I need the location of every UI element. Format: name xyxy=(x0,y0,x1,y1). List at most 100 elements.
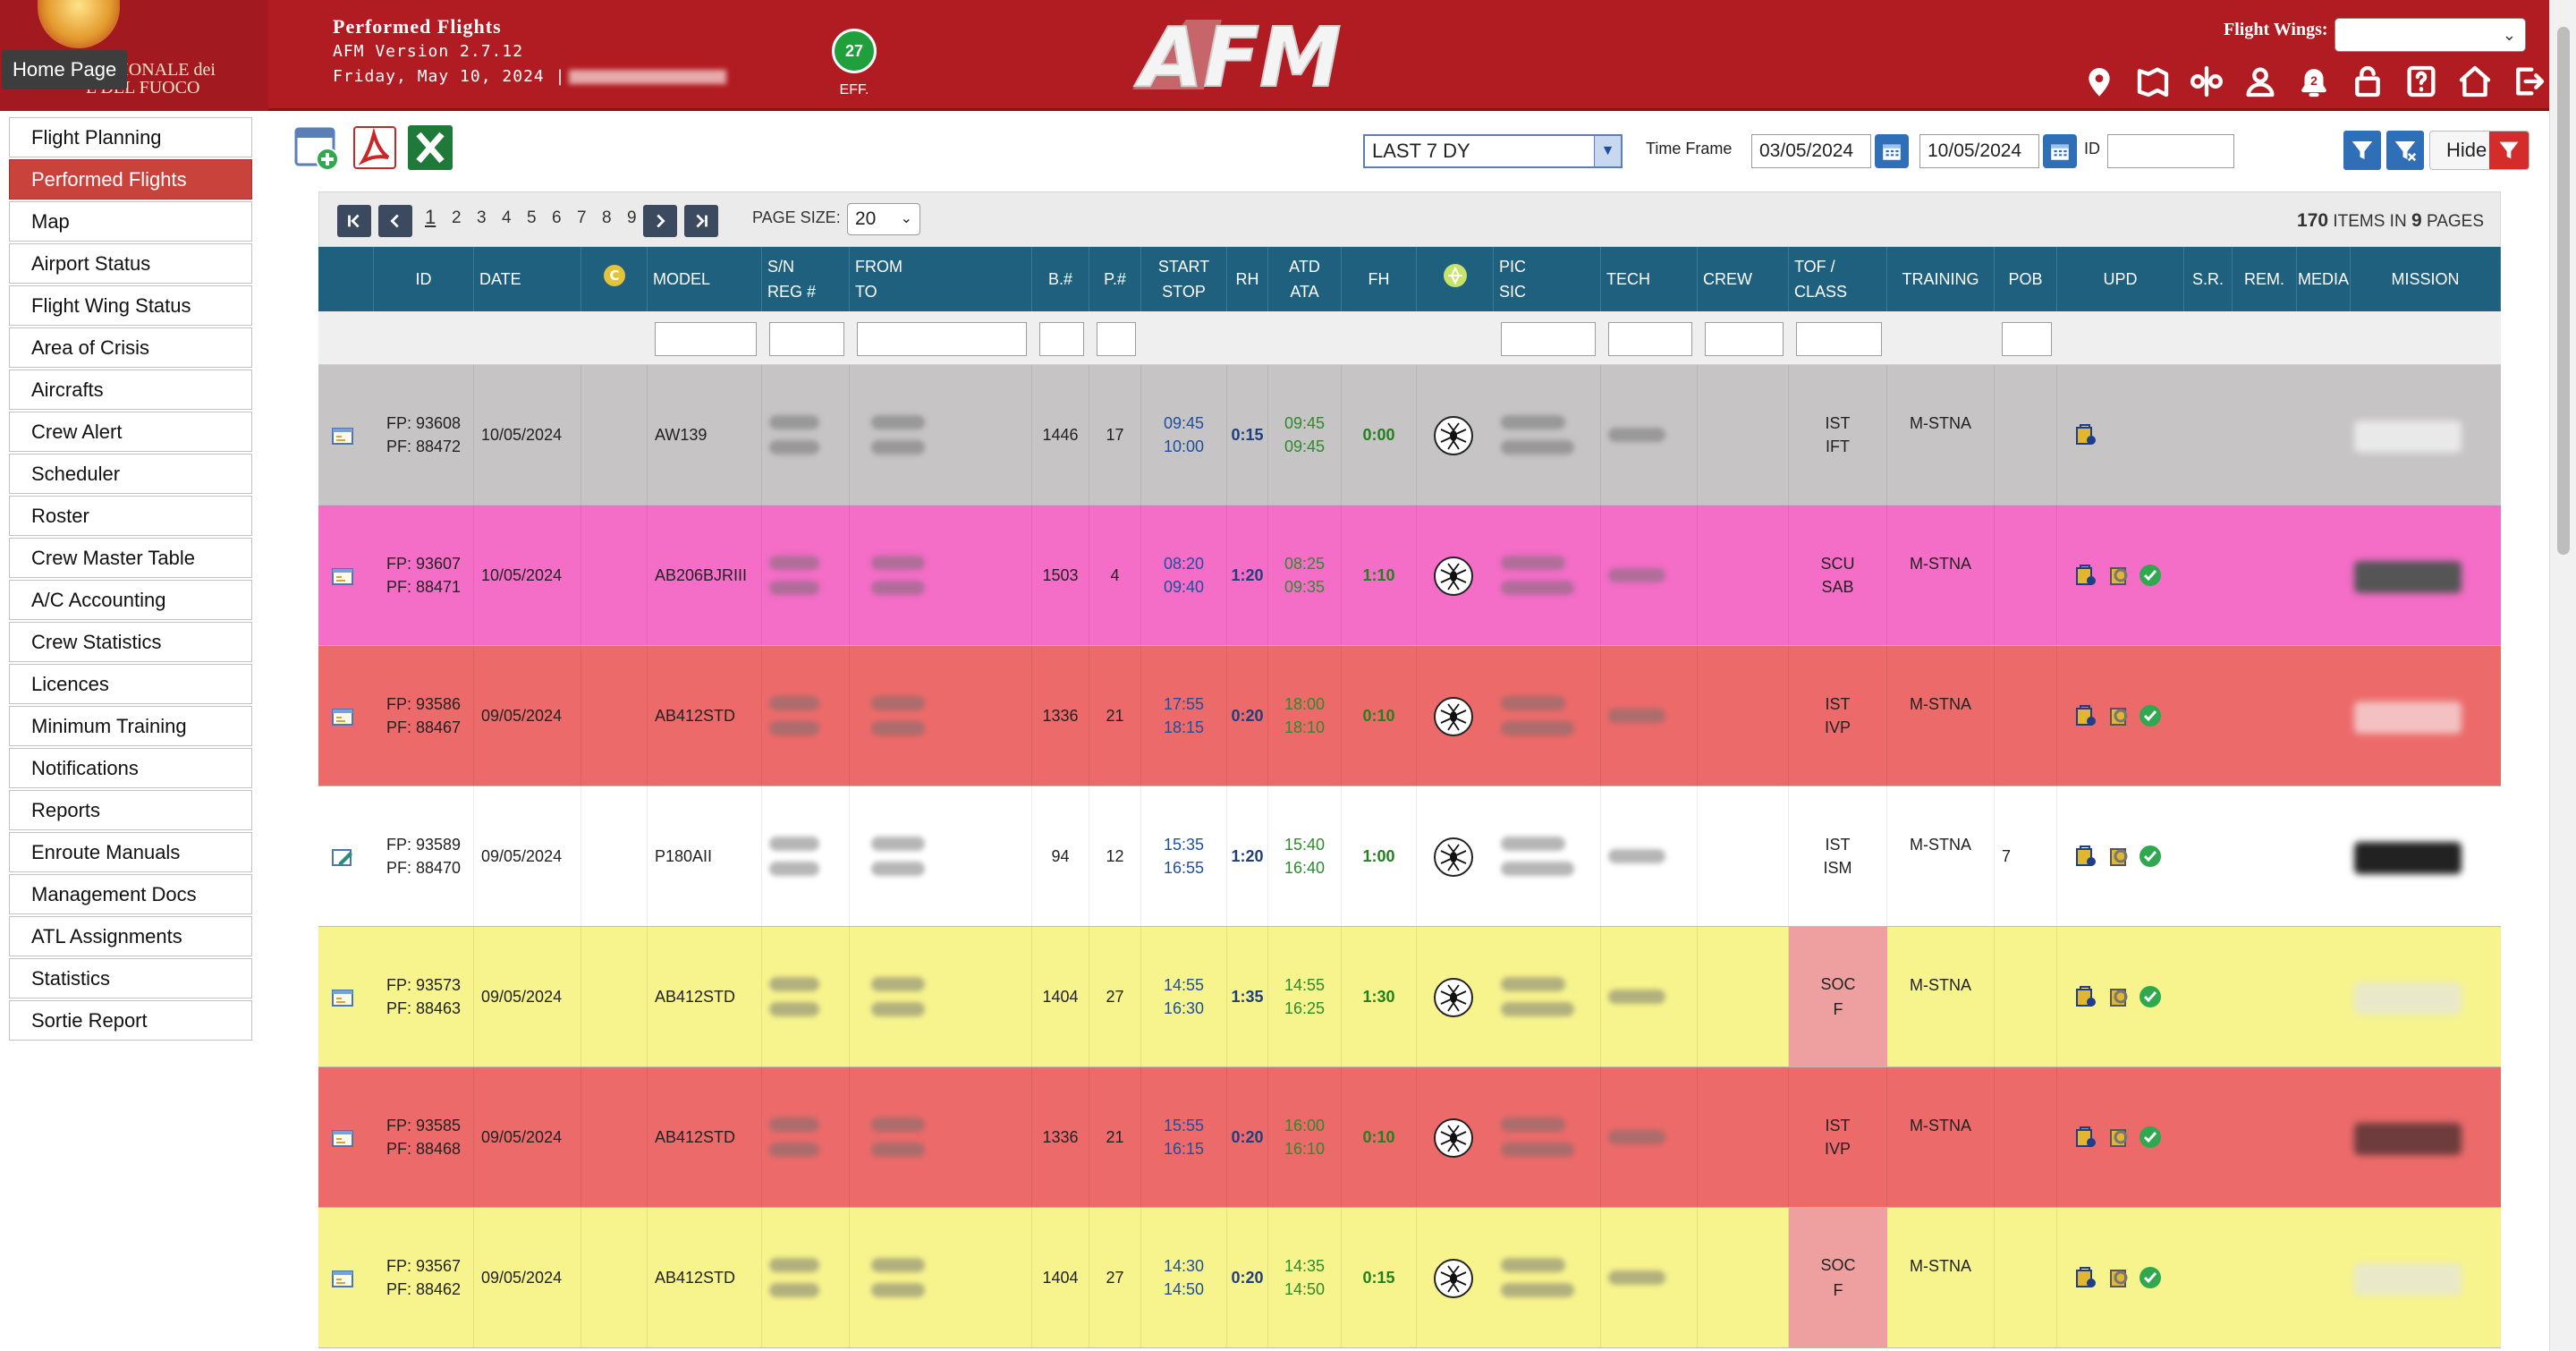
column-header-op[interactable] xyxy=(1417,247,1494,311)
maintenance-icon[interactable] xyxy=(2106,703,2131,728)
sidebar-item-performed-flights[interactable]: Performed Flights xyxy=(9,159,252,200)
column-header-model[interactable]: MODEL xyxy=(648,247,762,311)
mission-thumbnail[interactable] xyxy=(2354,701,2462,734)
table-row[interactable]: FP: 93607 PF: 88471 10/05/2024 AB206BJRIII 1… xyxy=(318,506,2501,646)
maintenance-icon[interactable] xyxy=(2106,984,2131,1009)
table-row[interactable]: FP: 93586 PF: 88467 09/05/2024 AB412STD 1336… xyxy=(318,646,2501,786)
page-scrollbar[interactable] xyxy=(2549,0,2576,1351)
column-header-c[interactable]: C xyxy=(581,247,648,311)
page-link[interactable]: 5 xyxy=(527,208,537,228)
filter-input-pic[interactable] xyxy=(1501,322,1596,356)
home-icon[interactable] xyxy=(2454,61,2496,102)
calendar-icon[interactable] xyxy=(2043,134,2077,168)
update-badge-icon[interactable] xyxy=(2073,563,2098,588)
page-link[interactable]: 8 xyxy=(602,208,612,228)
page-link[interactable]: 9 xyxy=(627,208,637,228)
approved-check-icon[interactable] xyxy=(2138,984,2163,1009)
filter-input-tech[interactable] xyxy=(1608,322,1692,356)
sidebar-item-atl-assignments[interactable]: ATL Assignments xyxy=(9,916,252,956)
mission-thumbnail[interactable] xyxy=(2354,421,2462,453)
first-page-button[interactable] xyxy=(337,205,371,237)
column-header-fh[interactable]: FH xyxy=(1342,247,1417,311)
filter-input-from[interactable] xyxy=(857,322,1027,356)
mission-thumbnail[interactable] xyxy=(2354,1123,2462,1155)
scrollbar-thumb[interactable] xyxy=(2557,27,2570,555)
clear-filter-button[interactable] xyxy=(2386,131,2424,170)
filter-input-model[interactable] xyxy=(655,322,757,356)
operation-type-icon[interactable] xyxy=(1433,837,1474,878)
sidebar-item-licences[interactable]: Licences xyxy=(9,664,252,704)
table-row[interactable]: FP: 93567 PF: 88462 09/05/2024 AB412STD 1404… xyxy=(318,1208,2501,1348)
column-header-mission[interactable]: MISSION xyxy=(2351,247,2501,311)
sidebar-item-sortie-report[interactable]: Sortie Report xyxy=(9,1000,252,1041)
period-select[interactable]: LAST 7 DY ▼ xyxy=(1363,134,1623,168)
table-row[interactable]: FP: 93573 PF: 88463 09/05/2024 AB412STD 1404… xyxy=(318,927,2501,1067)
maintenance-icon[interactable] xyxy=(2106,1125,2131,1150)
column-header-start[interactable]: START STOP xyxy=(1141,247,1227,311)
operation-type-icon[interactable] xyxy=(1433,696,1474,737)
operation-type-icon[interactable] xyxy=(1433,977,1474,1018)
approved-check-icon[interactable] xyxy=(2138,703,2163,728)
sidebar-item-management-docs[interactable]: Management Docs xyxy=(9,874,252,914)
last-page-button[interactable] xyxy=(684,205,718,237)
filter-input-crew[interactable] xyxy=(1705,322,1784,356)
location-icon[interactable] xyxy=(2079,61,2120,102)
sidebar-item-scheduler[interactable]: Scheduler xyxy=(9,454,252,494)
sidebar-item-a-c-accounting[interactable]: A/C Accounting xyxy=(9,580,252,620)
flight-details-icon[interactable] xyxy=(331,988,356,1007)
calendar-icon[interactable] xyxy=(1875,134,1909,168)
update-badge-icon[interactable] xyxy=(2073,703,2098,728)
sidebar-item-notifications[interactable]: Notifications xyxy=(9,748,252,788)
maintenance-icon[interactable] xyxy=(2106,563,2131,588)
hide-filters-button[interactable]: Hide xyxy=(2429,131,2529,170)
filter-input-pob[interactable] xyxy=(2002,322,2052,356)
column-header-date[interactable]: DATE xyxy=(474,247,581,311)
update-badge-icon[interactable] xyxy=(2073,422,2098,447)
sidebar-item-flight-planning[interactable]: Flight Planning xyxy=(9,117,252,157)
export-excel-icon[interactable] xyxy=(406,123,454,172)
filter-input-tof[interactable] xyxy=(1796,322,1882,356)
sidebar-item-crew-master-table[interactable]: Crew Master Table xyxy=(9,538,252,578)
export-pdf-icon[interactable] xyxy=(351,123,399,172)
flight-details-icon[interactable] xyxy=(331,1128,356,1148)
date-from-input[interactable]: 03/05/2024 xyxy=(1751,134,1871,168)
flight-details-icon[interactable] xyxy=(331,566,356,586)
page-link[interactable]: 7 xyxy=(577,208,587,228)
update-badge-icon[interactable] xyxy=(2073,984,2098,1009)
page-link[interactable]: 2 xyxy=(452,208,462,228)
sidebar-item-aircrafts[interactable]: Aircrafts xyxy=(9,370,252,410)
column-header-atd[interactable]: ATD ATA xyxy=(1268,247,1342,311)
column-header-pic[interactable]: PIC SIC xyxy=(1494,247,1601,311)
page-link[interactable]: 4 xyxy=(502,208,512,228)
column-header-sn[interactable]: S/N REG # xyxy=(762,247,850,311)
lock-icon[interactable] xyxy=(2347,61,2388,102)
approved-check-icon[interactable] xyxy=(2138,1125,2163,1150)
prev-page-button[interactable] xyxy=(378,205,412,237)
sidebar-item-minimum-training[interactable]: Minimum Training xyxy=(9,706,252,746)
date-to-input[interactable]: 10/05/2024 xyxy=(1919,134,2039,168)
sidebar-item-map[interactable]: Map xyxy=(9,201,252,242)
filter-input-sn[interactable] xyxy=(769,322,844,356)
add-flight-icon[interactable] xyxy=(293,123,342,172)
page-link[interactable]: 1 xyxy=(425,206,436,229)
filter-input-p[interactable] xyxy=(1097,322,1136,356)
sidebar-item-crew-alert[interactable]: Crew Alert xyxy=(9,412,252,452)
next-page-button[interactable] xyxy=(643,205,677,237)
filter-button[interactable] xyxy=(2343,131,2381,170)
column-header-p[interactable]: P.# xyxy=(1089,247,1141,311)
sidebar-item-roster[interactable]: Roster xyxy=(9,496,252,536)
column-header-id[interactable]: ID xyxy=(374,247,474,311)
column-header-from[interactable]: FROM TO xyxy=(850,247,1032,311)
update-badge-icon[interactable] xyxy=(2073,1265,2098,1290)
column-header-training[interactable]: TRAINING xyxy=(1887,247,1995,311)
column-header-rh[interactable]: RH xyxy=(1227,247,1268,311)
sidebar-item-area-of-crisis[interactable]: Area of Crisis xyxy=(9,327,252,368)
column-header-sr[interactable]: S.R. xyxy=(2184,247,2233,311)
page-size-select[interactable]: 20 ⌄ xyxy=(847,203,920,235)
help-icon[interactable] xyxy=(2401,61,2442,102)
mission-thumbnail[interactable] xyxy=(2354,561,2462,593)
update-badge-icon[interactable] xyxy=(2073,1125,2098,1150)
sidebar-item-statistics[interactable]: Statistics xyxy=(9,958,252,998)
sidebar-item-airport-status[interactable]: Airport Status xyxy=(9,243,252,284)
column-header-tech[interactable]: TECH xyxy=(1601,247,1698,311)
